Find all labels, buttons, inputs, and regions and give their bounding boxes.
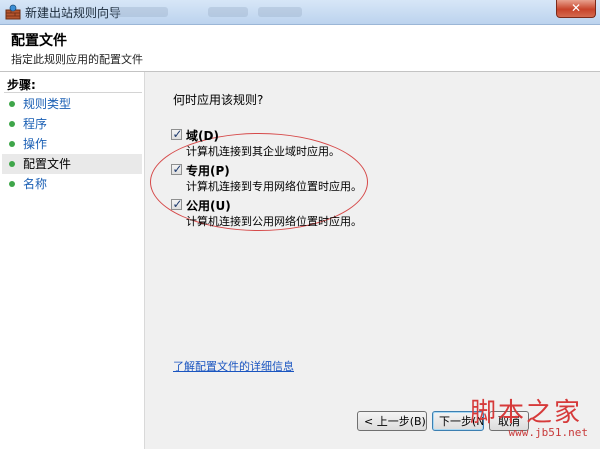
option-label[interactable]: 专用(P) [186,162,230,179]
option-description: 计算机连接到其企业域时应用。 [186,145,340,158]
firewall-rule-icon [5,4,21,20]
step-action[interactable]: 操作 [2,134,142,154]
watermark-text: 脚本之家 [469,398,582,428]
close-icon: ✕ [570,1,582,15]
step-profile[interactable]: 配置文件 [2,154,142,174]
steps-divider [4,92,142,93]
window-title: 新建出站规则向导 [25,6,122,20]
title-blur [258,7,302,17]
steps-title: 步骤: [7,78,36,92]
option-public[interactable]: ✓ 公用(U) 计算机连接到公用网络位置时应用。 [171,197,471,228]
step-name[interactable]: 名称 [2,174,142,194]
step-label: 规则类型 [23,97,72,111]
wizard-header: 配置文件 指定此规则应用的配置文件 [0,25,600,72]
step-bullet-icon [9,101,15,107]
private-checkbox[interactable]: ✓ [171,162,183,176]
back-button[interactable]: < 上一步(B) [357,411,427,431]
option-description: 计算机连接到专用网络位置时应用。 [186,180,362,193]
check-icon: ✓ [172,162,183,176]
domain-checkbox[interactable]: ✓ [171,127,183,141]
step-label: 操作 [23,137,48,151]
wizard-window: 新建出站规则向导 ✕ 配置文件 指定此规则应用的配置文件 步骤: 规则类型 程序 [0,0,600,449]
close-button[interactable]: ✕ [556,0,596,18]
step-bullet-icon [9,121,15,127]
watermark-url: www.jb51.net [508,426,588,439]
option-private[interactable]: ✓ 专用(P) 计算机连接到专用网络位置时应用。 [171,162,471,193]
step-label: 名称 [23,177,48,191]
step-bullet-icon [9,141,15,147]
steps-panel: 步骤: 规则类型 程序 操作 配置文件 名称 [0,72,145,449]
title-blur [208,7,248,17]
step-label: 配置文件 [23,157,72,171]
page-subtitle: 指定此规则应用的配置文件 [11,53,143,66]
step-bullet-icon [9,181,15,187]
check-icon: ✓ [172,127,183,141]
step-program[interactable]: 程序 [2,114,142,134]
option-label[interactable]: 公用(U) [186,197,231,214]
option-domain[interactable]: ✓ 域(D) 计算机连接到其企业域时应用。 [171,127,471,158]
option-description: 计算机连接到公用网络位置时应用。 [186,215,362,228]
option-label[interactable]: 域(D) [186,127,219,144]
title-blur [112,7,168,17]
step-label: 程序 [23,117,48,131]
title-bar[interactable]: 新建出站规则向导 ✕ [0,0,600,25]
step-bullet-icon [9,161,15,167]
check-icon: ✓ [172,197,183,211]
page-title: 配置文件 [11,33,67,49]
public-checkbox[interactable]: ✓ [171,197,183,211]
question-text: 何时应用该规则? [173,93,264,107]
learn-more-link[interactable]: 了解配置文件的详细信息 [173,358,294,374]
step-rule-type[interactable]: 规则类型 [2,94,142,114]
